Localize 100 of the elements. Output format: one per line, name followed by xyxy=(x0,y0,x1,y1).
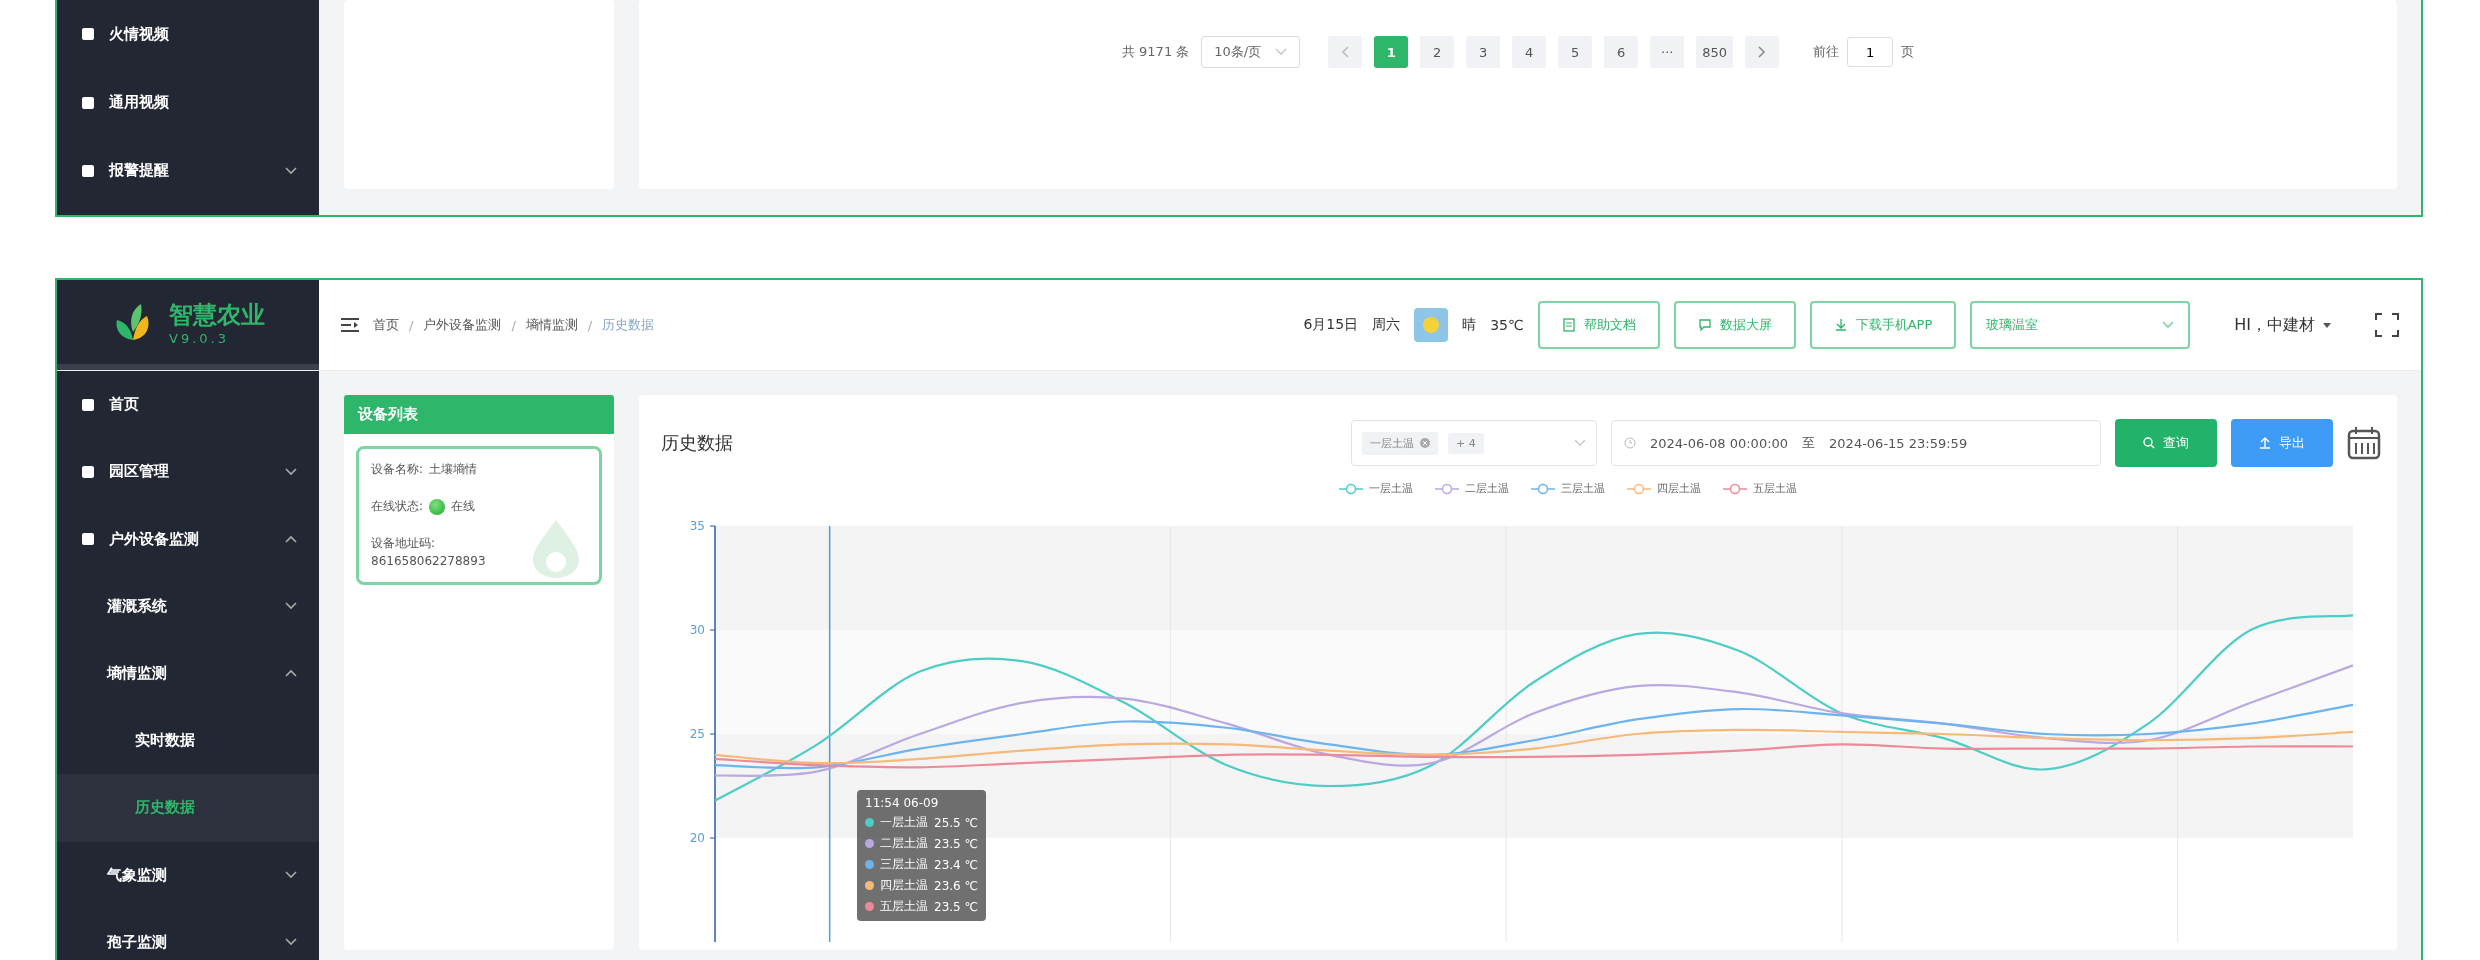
tooltip-value: 23.6 ℃ xyxy=(934,878,978,893)
chevron-up-icon xyxy=(285,535,297,544)
chevron-down-icon xyxy=(285,166,297,175)
fullscreen-icon[interactable] xyxy=(2375,313,2399,337)
breadcrumb-link[interactable]: 墒情监测 xyxy=(525,316,578,334)
tooltip-title: 11:54 06-09 xyxy=(865,796,940,810)
close-icon xyxy=(1420,438,1430,448)
breadcrumb-separator: / xyxy=(409,317,414,333)
chevron-down-icon xyxy=(1275,48,1288,56)
chevron-down-icon xyxy=(285,938,297,947)
menu-item[interactable]: 气象监测 xyxy=(57,841,319,909)
breadcrumb-link[interactable]: 首页 xyxy=(373,316,399,334)
upload-icon xyxy=(2259,437,2271,449)
total-count: 共 9171 条 xyxy=(1121,43,1190,61)
tag: + 4 xyxy=(1448,432,1484,454)
breadcrumb-separator: / xyxy=(587,317,593,333)
device-card[interactable]: 设备名称: 土壤墒情 在线状态: 在线 设备地址码: 861658062278893 xyxy=(356,446,602,585)
panel-title: 历史数据 xyxy=(661,431,734,455)
legend-item[interactable]: 五层土温 xyxy=(1723,481,1797,496)
chevron-down-icon xyxy=(285,602,297,611)
page-button[interactable]: ··· xyxy=(1650,36,1685,68)
chevron-left-icon xyxy=(1341,46,1350,58)
tooltip-value: 25.5 ℃ xyxy=(934,815,978,830)
menu-item[interactable]: 火情视频 xyxy=(57,0,319,69)
chevron-up-icon xyxy=(285,669,297,678)
sun-icon xyxy=(1421,315,1442,335)
menu-item[interactable]: 通用视频 xyxy=(57,68,319,137)
menu-icon xyxy=(81,27,95,42)
page-input[interactable]: 1 xyxy=(1847,37,1894,67)
chevron-down-icon xyxy=(285,467,297,476)
tooltip-value: 23.5 ℃ xyxy=(934,899,978,914)
clock-icon xyxy=(1624,437,1636,449)
page-button[interactable]: 4 xyxy=(1512,36,1547,68)
document-icon xyxy=(1561,318,1576,332)
axis-tick-label: 35 xyxy=(689,519,705,533)
menu-item[interactable]: 孢子监测 xyxy=(57,908,319,960)
goto-label: 前往 xyxy=(1813,43,1840,61)
axis-tick-label: 20 xyxy=(689,831,705,845)
legend-item[interactable]: 二层土温 xyxy=(1435,481,1509,496)
tooltip-value: 23.4 ℃ xyxy=(934,857,978,872)
weather-label: 晴 xyxy=(1462,316,1477,334)
axis-tick-label: 25 xyxy=(689,727,705,741)
field-label: 设备地址码: xyxy=(371,535,436,552)
date-range-field[interactable]: 2024-06-08 00:00:00 至 2024-06-15 23:59:59 xyxy=(1611,420,2101,466)
calendar-icon[interactable] xyxy=(2347,426,2381,460)
tooltip-label: 一层土温 xyxy=(880,814,928,831)
tooltip-label: 四层土温 xyxy=(880,877,928,894)
field-value: 861658062278893 xyxy=(371,554,486,568)
chevron-down-icon xyxy=(285,871,297,880)
tooltip-label: 三层土温 xyxy=(880,856,928,873)
legend-item[interactable]: 四层土温 xyxy=(1627,481,1701,496)
page-size-select[interactable]: 10条/页 xyxy=(1201,36,1301,68)
page-button[interactable]: 3 xyxy=(1466,36,1501,68)
page-button[interactable]: 6 xyxy=(1604,36,1639,68)
menu-item[interactable]: 园区管理 xyxy=(57,438,319,506)
download-icon xyxy=(1833,318,1848,332)
menu-icon xyxy=(81,163,95,178)
menu-item[interactable]: 实时数据 xyxy=(57,707,319,775)
field-label: 在线状态: xyxy=(371,498,424,515)
menu-item[interactable]: 报警提醒 xyxy=(57,136,319,205)
tag: 一层土温 xyxy=(1362,431,1438,455)
field-value: 在线 xyxy=(451,498,476,515)
logo-title: 智慧农业 xyxy=(169,299,265,331)
droplet-icon xyxy=(531,518,581,578)
chevron-down-icon xyxy=(2162,321,2175,329)
legend-item[interactable]: 三层土温 xyxy=(1531,481,1605,496)
page-unit: 页 xyxy=(1901,43,1915,61)
page-button[interactable]: 5 xyxy=(1558,36,1593,68)
menu-icon xyxy=(81,532,95,547)
weekday-label: 周六 xyxy=(1372,316,1401,334)
tooltip-label: 二层土温 xyxy=(880,835,928,852)
menu-item[interactable]: 历史数据 xyxy=(57,774,319,842)
menu-icon xyxy=(81,397,95,412)
chat-icon xyxy=(1697,318,1712,332)
user-menu[interactable]: HI，中建材 xyxy=(2234,314,2331,336)
menu-item[interactable]: 墒情监测 xyxy=(57,639,319,708)
field-label: 设备名称: xyxy=(371,461,424,478)
field-value: 土壤墒情 xyxy=(429,461,478,478)
tooltip-value: 23.5 ℃ xyxy=(934,836,978,851)
chevron-down-icon xyxy=(1574,439,1586,447)
breadcrumb-separator: / xyxy=(511,317,516,333)
panel-header: 设备列表 xyxy=(344,395,614,434)
menu-icon xyxy=(81,464,95,479)
legend-item[interactable]: 一层土温 xyxy=(1339,481,1413,496)
caret-icon xyxy=(2323,322,2331,328)
breadcrumb-link[interactable]: 户外设备监测 xyxy=(423,316,502,334)
version-label: V9.0.3 xyxy=(169,330,230,346)
menu-toggle-icon[interactable] xyxy=(341,317,359,333)
date-label: 6月15日 xyxy=(1303,316,1359,334)
menu-item[interactable]: 户外设备监测 xyxy=(57,505,319,573)
page-button[interactable]: 850 xyxy=(1696,36,1734,68)
axis-tick-label: 30 xyxy=(689,623,705,637)
chevron-right-icon xyxy=(1758,46,1767,58)
search-icon xyxy=(2143,437,2155,449)
menu-icon xyxy=(81,95,95,110)
temperature-label: 35℃ xyxy=(1490,317,1524,333)
tooltip-label: 五层土温 xyxy=(880,898,928,915)
menu-item[interactable]: 灌溉系统 xyxy=(57,572,319,640)
page-button[interactable]: 2 xyxy=(1420,36,1455,68)
menu-item[interactable]: 首页 xyxy=(57,371,319,439)
